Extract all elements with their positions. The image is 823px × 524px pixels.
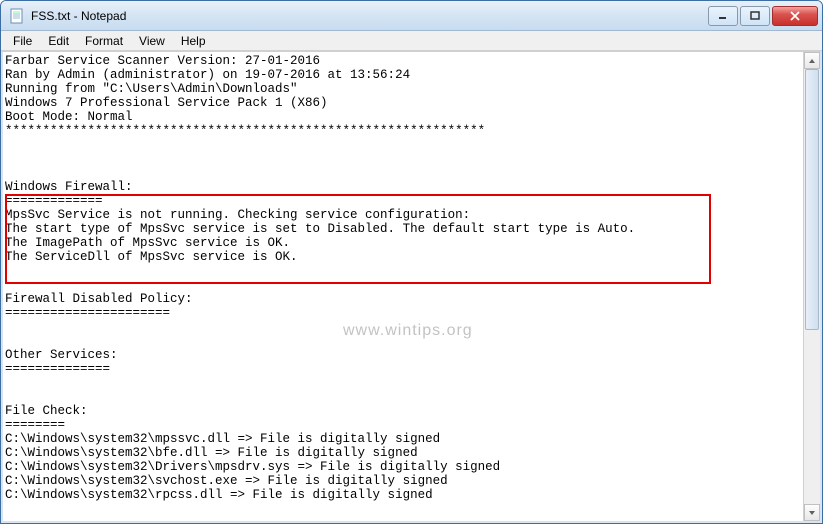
text-line: The ServiceDll of MpsSvc service is OK. [5, 250, 298, 264]
scroll-track[interactable] [804, 69, 820, 504]
text-line: The ImagePath of MpsSvc service is OK. [5, 236, 290, 250]
maximize-button[interactable] [740, 6, 770, 26]
window-title: FSS.txt - Notepad [29, 9, 706, 23]
text-line: ============= [5, 194, 103, 208]
text-line: The start type of MpsSvc service is set … [5, 222, 635, 236]
text-line: Windows 7 Professional Service Pack 1 (X… [5, 96, 328, 110]
text-line: Firewall Disabled Policy: [5, 292, 193, 306]
titlebar[interactable]: FSS.txt - Notepad [1, 1, 822, 31]
notepad-window: FSS.txt - Notepad File Edit Format View … [0, 0, 823, 524]
scroll-down-button[interactable] [804, 504, 820, 521]
text-line: ======== [5, 418, 65, 432]
text-line: Other Services: [5, 348, 118, 362]
text-line: ============== [5, 362, 110, 376]
menu-help[interactable]: Help [173, 32, 214, 50]
close-button[interactable] [772, 6, 818, 26]
text-line: C:\Windows\system32\svchost.exe => File … [5, 474, 448, 488]
menu-format[interactable]: Format [77, 32, 131, 50]
menu-file[interactable]: File [5, 32, 40, 50]
text-line: C:\Windows\system32\Drivers\mpsdrv.sys =… [5, 460, 500, 474]
text-line: C:\Windows\system32\mpssvc.dll => File i… [5, 432, 440, 446]
text-line: Ran by Admin (administrator) on 19-07-20… [5, 68, 410, 82]
scroll-up-button[interactable] [804, 52, 820, 69]
window-controls [706, 6, 818, 26]
vertical-scrollbar[interactable] [803, 52, 820, 521]
menu-edit[interactable]: Edit [40, 32, 77, 50]
text-line: Farbar Service Scanner Version: 27-01-20… [5, 54, 320, 68]
text-line: ====================== [5, 306, 170, 320]
text-content[interactable]: Farbar Service Scanner Version: 27-01-20… [3, 52, 803, 521]
menu-view[interactable]: View [131, 32, 173, 50]
text-line: C:\Windows\system32\rpcss.dll => File is… [5, 488, 433, 502]
text-line: MpsSvc Service is not running. Checking … [5, 208, 470, 222]
notepad-icon [9, 8, 25, 24]
text-line: ****************************************… [5, 124, 485, 138]
scroll-thumb[interactable] [805, 69, 819, 330]
menubar: File Edit Format View Help [1, 31, 822, 51]
text-line: File Check: [5, 404, 88, 418]
watermark-text: www.wintips.org [343, 324, 473, 338]
text-line: C:\Windows\system32\bfe.dll => File is d… [5, 446, 418, 460]
text-line: Windows Firewall: [5, 180, 133, 194]
text-line: Boot Mode: Normal [5, 110, 133, 124]
content-area: Farbar Service Scanner Version: 27-01-20… [1, 51, 822, 523]
minimize-button[interactable] [708, 6, 738, 26]
text-line: Running from "C:\Users\Admin\Downloads" [5, 82, 298, 96]
